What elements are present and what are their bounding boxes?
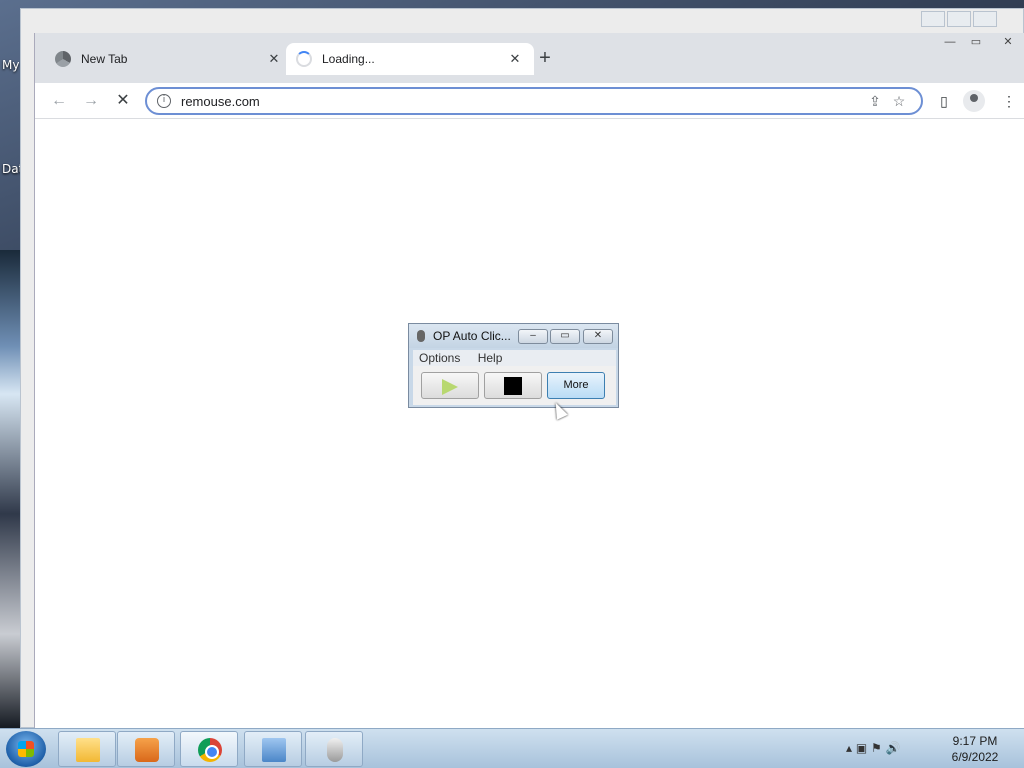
address-bar[interactable]: i remouse.com ⇪ ☆: [145, 87, 923, 115]
forward-icon[interactable]: →: [79, 89, 103, 113]
profile-avatar[interactable]: [963, 90, 985, 112]
taskbar-chrome[interactable]: [180, 731, 238, 767]
stop-icon: [504, 377, 522, 395]
taskbar-control-panel[interactable]: [244, 731, 302, 767]
play-icon: [442, 379, 458, 395]
close-icon[interactable]: [973, 11, 997, 27]
bookmark-star-icon[interactable]: ☆: [887, 93, 911, 110]
close-button[interactable]: ✕: [583, 329, 613, 344]
menu-icon[interactable]: ⋮: [997, 89, 1021, 113]
desktop-icon-label[interactable]: My: [2, 58, 19, 72]
start-button[interactable]: [6, 731, 46, 767]
menu-help[interactable]: Help: [478, 350, 503, 366]
chrome-icon: [55, 51, 71, 67]
tab-title: Loading...: [322, 52, 375, 66]
minimize-button[interactable]: –: [518, 329, 548, 344]
tab-loading[interactable]: Loading... ✕: [286, 43, 534, 75]
system-tray-icons[interactable]: ▴ ▣ ⚑ 🔊: [846, 741, 901, 755]
close-icon[interactable]: ✕: [995, 35, 1021, 51]
back-icon[interactable]: ←: [47, 89, 71, 113]
taskbar-explorer[interactable]: [58, 731, 116, 767]
minimize-icon[interactable]: [921, 11, 945, 27]
stop-button[interactable]: [484, 372, 542, 399]
loading-spinner-icon: [296, 51, 312, 67]
taskbar-media-player[interactable]: [117, 731, 175, 767]
maximize-icon[interactable]: [947, 11, 971, 27]
clock-date: 6/9/2022: [951, 750, 999, 764]
share-icon[interactable]: ⇪: [863, 93, 887, 110]
auto-clicker-controls: More: [413, 366, 616, 405]
close-tab-icon[interactable]: ✕: [506, 51, 524, 67]
menu-options[interactable]: Options: [419, 350, 460, 366]
site-info-icon[interactable]: i: [157, 94, 171, 108]
taskbar-auto-clicker[interactable]: [305, 731, 363, 767]
taskbar: ▴ ▣ ⚑ 🔊 9:17 PM 6/9/2022: [0, 728, 1024, 768]
window-title: OP Auto Clic...: [433, 329, 511, 343]
maximize-icon[interactable]: ▭: [963, 35, 989, 51]
tab-new-tab[interactable]: New Tab ✕: [45, 43, 293, 75]
minimize-icon[interactable]: —: [937, 35, 963, 51]
stop-loading-icon[interactable]: ✕: [111, 89, 135, 113]
control-panel-icon: [262, 738, 286, 762]
tab-strip: New Tab ✕ Loading... ✕ + — ▭ ✕: [35, 33, 1024, 83]
restore-button[interactable]: ▭: [550, 329, 580, 344]
side-panel-icon[interactable]: ▯: [932, 89, 956, 113]
auto-clicker-window: OP Auto Clic... – ▭ ✕ Options Help More: [408, 323, 619, 408]
auto-clicker-titlebar[interactable]: OP Auto Clic... – ▭ ✕: [409, 324, 618, 348]
start-button[interactable]: [421, 372, 479, 399]
mouse-icon: [417, 330, 425, 342]
chrome-icon: [198, 738, 222, 762]
more-button[interactable]: More: [547, 372, 605, 399]
toolbar: ← → ✕ i remouse.com ⇪ ☆ ▯ ⋮: [35, 83, 1024, 119]
folder-icon: [76, 738, 100, 762]
close-tab-icon[interactable]: ✕: [265, 51, 283, 67]
clock-time: 9:17 PM: [952, 734, 998, 748]
url-text[interactable]: remouse.com: [181, 94, 863, 109]
menu-bar: Options Help: [413, 350, 616, 366]
windows-logo-icon: [18, 741, 34, 757]
new-tab-button[interactable]: +: [533, 47, 557, 71]
media-player-icon: [135, 738, 159, 762]
clock[interactable]: 9:17 PM 6/9/2022: [940, 733, 1010, 765]
mouse-icon: [327, 738, 343, 762]
tab-title: New Tab: [81, 52, 128, 66]
